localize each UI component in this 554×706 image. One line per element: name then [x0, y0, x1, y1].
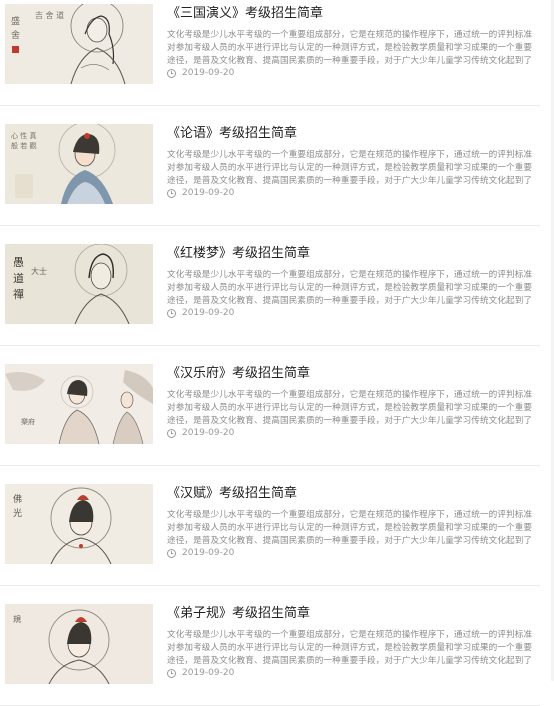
article-date: 2019-09-20 — [167, 426, 234, 440]
article-excerpt: 文化考级是少儿水平考级的一个重要组成部分，它是在规范的操作程序下，通过统一的评判… — [167, 270, 533, 306]
list-item[interactable]: 盛 舍 吉 舍 道 《三国演义》考级招生简章 文化考级是少儿水平考级的一个重要组… — [0, 0, 554, 106]
article-thumbnail[interactable]: 規 — [5, 604, 153, 684]
article-title[interactable]: 《汉赋》考级招生简章 — [167, 484, 297, 504]
article-thumbnail[interactable]: 盛 舍 吉 舍 道 — [5, 4, 153, 84]
svg-text:愚: 愚 — [13, 256, 24, 269]
date-text: 2019-09-20 — [182, 308, 235, 318]
list-item[interactable]: 樂府 《汉乐府》考级招生简章 文化考级是少儿水平考级的一个重要组成部分，它是在规… — [0, 346, 554, 466]
article-excerpt: 文化考级是少儿水平考级的一个重要组成部分，它是在规范的操作程序下，通过统一的评判… — [167, 150, 533, 186]
guanyin-painting-thumbnail: 佛 光 — [5, 484, 153, 564]
article-excerpt: 文化考级是少儿水平考级的一个重要组成部分，它是在规范的操作程序下，通过统一的评判… — [167, 510, 533, 546]
svg-text:盛: 盛 — [11, 15, 20, 27]
article-title[interactable]: 《红楼梦》考级招生简章 — [167, 244, 310, 264]
svg-text:心 性 真: 心 性 真 — [11, 131, 36, 140]
guanyin-painting-thumbnail: 心 性 真 般 若 觀 — [5, 124, 153, 204]
clock-icon — [167, 548, 176, 558]
article-thumbnail[interactable]: 佛 光 — [5, 484, 153, 564]
guanyin-painting-thumbnail: 規 — [5, 604, 153, 684]
article-list: 盛 舍 吉 舍 道 《三国演义》考级招生简章 文化考级是少儿水平考级的一个重要组… — [0, 0, 554, 706]
svg-text:光: 光 — [13, 507, 22, 519]
guanyin-painting-thumbnail: 盛 舍 吉 舍 道 — [5, 4, 153, 84]
clock-icon — [167, 428, 176, 438]
article-title[interactable]: 《弟子规》考级招生简章 — [167, 604, 310, 624]
article-date: 2019-09-20 — [167, 666, 234, 680]
article-excerpt: 文化考级是少儿水平考级的一个重要组成部分，它是在规范的操作程序下，通过统一的评判… — [167, 30, 533, 66]
article-thumbnail[interactable]: 樂府 — [5, 364, 153, 444]
svg-text:樂府: 樂府 — [21, 417, 35, 426]
date-text: 2019-09-20 — [182, 548, 235, 558]
clock-icon — [167, 668, 176, 678]
svg-text:大士: 大士 — [31, 266, 47, 276]
list-item[interactable]: 規 《弟子规》考级招生简章 文化考级是少儿水平考级的一个重要组成部分，它是在规范… — [0, 586, 554, 706]
article-date: 2019-09-20 — [167, 66, 234, 80]
article-date: 2019-09-20 — [167, 186, 234, 200]
article-excerpt: 文化考级是少儿水平考级的一个重要组成部分，它是在规范的操作程序下，通过统一的评判… — [167, 630, 533, 666]
clock-icon — [167, 308, 176, 318]
article-title[interactable]: 《三国演义》考级招生简章 — [167, 4, 323, 24]
svg-text:道: 道 — [13, 271, 24, 285]
svg-text:舍: 舍 — [11, 29, 20, 41]
svg-text:禪: 禪 — [13, 288, 24, 301]
article-title[interactable]: 《汉乐府》考级招生简章 — [167, 364, 310, 384]
guanyin-painting-thumbnail: 愚 道 禪 大士 — [5, 244, 153, 324]
svg-text:規: 規 — [13, 614, 21, 624]
guanyin-painting-thumbnail: 樂府 — [5, 364, 153, 444]
date-text: 2019-09-20 — [182, 668, 235, 678]
date-text: 2019-09-20 — [182, 188, 235, 198]
article-excerpt: 文化考级是少儿水平考级的一个重要组成部分，它是在规范的操作程序下，通过统一的评判… — [167, 390, 533, 426]
list-item[interactable]: 心 性 真 般 若 觀 《论语》考级招生简章 文化考级是少儿水平考级的一个重要组… — [0, 106, 554, 226]
article-date: 2019-09-20 — [167, 306, 234, 320]
list-item[interactable]: 愚 道 禪 大士 《红楼梦》考级招生简章 文化考级是少儿水平考级的一个重要组成部… — [0, 226, 554, 346]
date-text: 2019-09-20 — [182, 428, 235, 438]
clock-icon — [167, 68, 176, 78]
article-thumbnail[interactable]: 愚 道 禪 大士 — [5, 244, 153, 324]
article-thumbnail[interactable]: 心 性 真 般 若 觀 — [5, 124, 153, 204]
list-item[interactable]: 佛 光 《汉赋》考级招生简章 文化考级是少儿水平考级的一个重要组成部分，它是在规… — [0, 466, 554, 586]
article-date: 2019-09-20 — [167, 546, 234, 560]
svg-text:佛: 佛 — [13, 493, 22, 505]
date-text: 2019-09-20 — [182, 68, 235, 78]
svg-text:般 若 觀: 般 若 觀 — [11, 141, 36, 150]
svg-text:吉 舍 道: 吉 舍 道 — [35, 10, 64, 20]
clock-icon — [167, 188, 176, 198]
article-title[interactable]: 《论语》考级招生简章 — [167, 124, 297, 144]
